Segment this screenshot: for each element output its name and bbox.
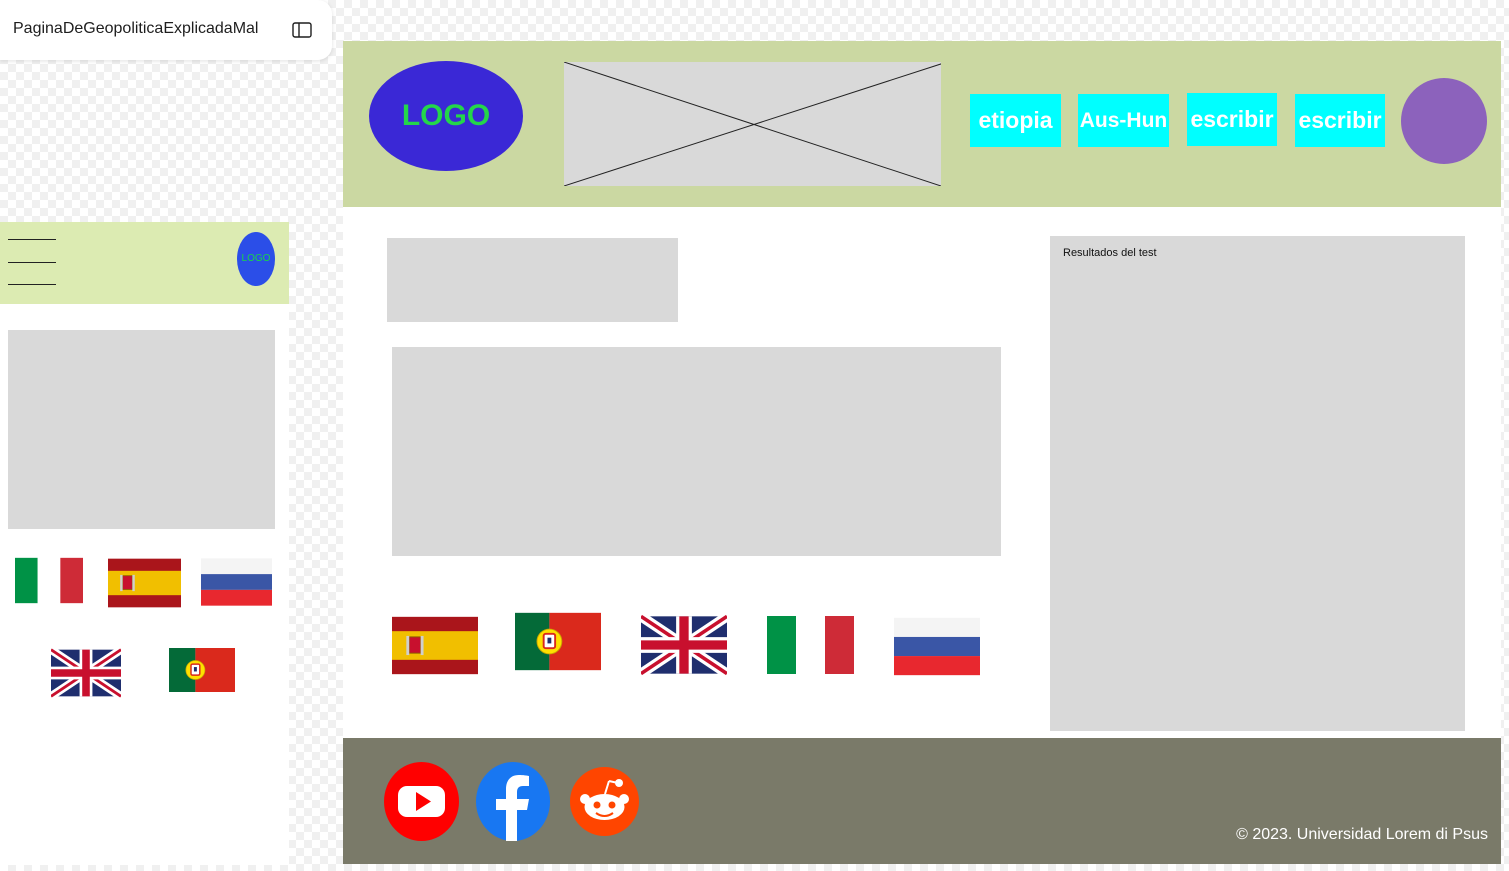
nav-button-escribir[interactable]: escribir xyxy=(1187,93,1277,146)
flag-russia-icon[interactable] xyxy=(201,547,272,617)
copyright-text: © 2023. Universidad Lorem di Psus xyxy=(1236,826,1488,843)
nav-button-aus-hun[interactable]: Aus-Hun xyxy=(1078,94,1169,147)
content-placeholder xyxy=(392,347,1001,556)
panel-toggle-icon[interactable] xyxy=(292,22,312,38)
desktop-logo[interactable]: LOGO xyxy=(369,61,523,171)
mobile-logo[interactable]: LOGO xyxy=(237,232,275,286)
flag-spain-icon[interactable] xyxy=(392,591,478,700)
facebook-icon[interactable] xyxy=(476,762,550,841)
nav-button-escribir[interactable]: escribir xyxy=(1295,94,1385,147)
footer: © 2023. Universidad Lorem di Psus xyxy=(343,738,1501,864)
flag-portugal-icon[interactable] xyxy=(169,637,235,703)
flag-italy-icon[interactable] xyxy=(15,547,83,614)
reddit-icon[interactable] xyxy=(570,767,639,836)
flag-portugal-icon[interactable] xyxy=(515,592,601,691)
flag-united-kingdom-icon[interactable] xyxy=(641,591,727,699)
file-tab[interactable]: PaginaDeGeopoliticaExplicadaMal xyxy=(0,0,332,60)
menu-line xyxy=(8,262,56,263)
flag-united-kingdom-icon[interactable] xyxy=(51,638,121,708)
nav-button-etiopia[interactable]: etiopia xyxy=(970,94,1061,147)
mobile-image-placeholder xyxy=(8,330,275,529)
flag-spain-icon[interactable] xyxy=(108,547,181,619)
banner-image-placeholder xyxy=(564,62,941,186)
file-name: PaginaDeGeopoliticaExplicadaMal xyxy=(13,20,259,37)
youtube-icon[interactable] xyxy=(384,762,459,841)
test-results-panel: Resultados del test xyxy=(1050,236,1465,731)
flag-russia-icon[interactable] xyxy=(894,594,980,699)
results-label: Resultados del test xyxy=(1063,247,1157,259)
desktop-frame: LOGO etiopia Aus-Hun escribir escribir R… xyxy=(343,41,1501,864)
avatar[interactable] xyxy=(1401,78,1487,164)
title-placeholder xyxy=(387,238,678,322)
desktop-header: LOGO etiopia Aus-Hun escribir escribir xyxy=(343,41,1501,207)
menu-line xyxy=(8,239,56,240)
mobile-header: LOGO xyxy=(0,222,289,304)
menu-line xyxy=(8,284,56,285)
mobile-frame: LOGO xyxy=(0,222,289,865)
flag-italy-icon[interactable] xyxy=(767,595,854,695)
